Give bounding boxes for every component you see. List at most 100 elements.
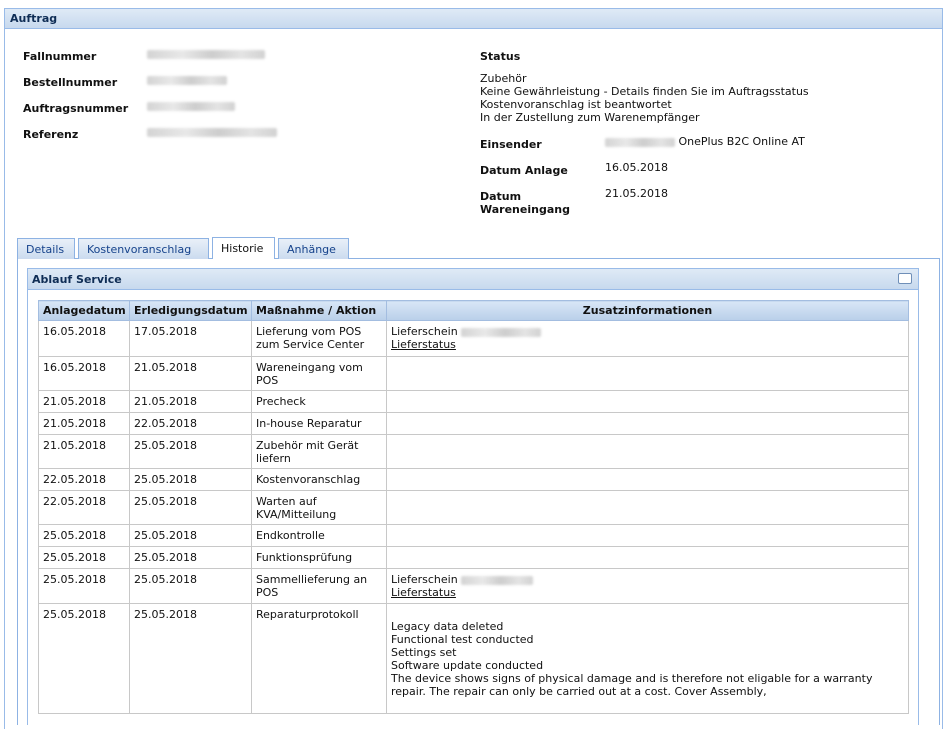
table-row: 22.05.2018 25.05.2018 Kostenvoranschlag	[38, 468, 909, 491]
label-einsender: Einsender	[480, 138, 542, 151]
cell-anlagedatum: 16.05.2018	[38, 356, 130, 391]
cell-erledigungsdatum: 25.05.2018	[129, 603, 252, 714]
cell-anlagedatum: 16.05.2018	[38, 320, 130, 357]
panel-header-auftrag: Auftrag	[4, 8, 943, 29]
cell-aktion: Lieferung vom POS zum Service Center	[251, 320, 387, 357]
cell-aktion: Precheck	[251, 390, 387, 413]
cell-anlagedatum: 22.05.2018	[38, 490, 130, 525]
table-row: 22.05.2018 25.05.2018 Warten auf KVA/Mit…	[38, 490, 909, 525]
cell-zusatzinfo	[386, 412, 909, 435]
lieferschein-number-redacted	[461, 327, 542, 337]
cell-aktion: Zubehör mit Gerät liefern	[251, 434, 387, 469]
value-datum-anlage: 16.05.2018	[605, 161, 668, 174]
table-row: 21.05.2018 22.05.2018 In-house Reparatur	[38, 412, 909, 435]
lieferstatus-link[interactable]: Lieferstatus	[391, 586, 456, 599]
cell-aktion: Kostenvoranschlag	[251, 468, 387, 491]
cell-zusatzinfo: Lieferschein Lieferstatus	[386, 568, 909, 604]
cell-erledigungsdatum: 17.05.2018	[129, 320, 252, 357]
col-header-massnahme[interactable]: Maßnahme / Aktion	[251, 300, 387, 321]
protocol-line: Legacy data deleted	[391, 620, 504, 633]
ablauf-service-title: Ablauf Service	[32, 273, 122, 286]
lieferstatus-link[interactable]: Lieferstatus	[391, 338, 456, 351]
col-header-zusatzinformationen[interactable]: Zusatzinformationen	[386, 300, 909, 321]
label-auftragsnummer: Auftragsnummer	[23, 102, 129, 115]
cell-erledigungsdatum: 25.05.2018	[129, 434, 252, 469]
cell-erledigungsdatum: 25.05.2018	[129, 546, 252, 569]
label-status: Status	[480, 50, 521, 63]
cell-zusatzinfo	[386, 356, 909, 391]
label-datum-wareneingang-line1: Datum	[480, 190, 522, 203]
collapse-icon[interactable]	[898, 273, 912, 284]
table-row: 21.05.2018 25.05.2018 Zubehör mit Gerät …	[38, 434, 909, 469]
table-row: 25.05.2018 25.05.2018 Endkontrolle	[38, 524, 909, 547]
table-row: 21.05.2018 21.05.2018 Precheck	[38, 390, 909, 413]
lieferschein-label: Lieferschein	[391, 325, 458, 338]
protocol-line: Functional test conducted	[391, 633, 534, 646]
cell-aktion: Warten auf KVA/Mitteilung	[251, 490, 387, 525]
cell-zusatzinfo	[386, 434, 909, 469]
value-fallnummer-redacted	[147, 47, 265, 60]
cell-anlagedatum: 21.05.2018	[38, 412, 130, 435]
col-header-anlagedatum[interactable]: Anlagedatum	[38, 300, 130, 321]
cell-erledigungsdatum: 25.05.2018	[129, 490, 252, 525]
value-bestellnummer-redacted	[147, 73, 227, 86]
history-table: Anlagedatum Erledigungsdatum Maßnahme / …	[38, 300, 909, 714]
tab-anhaenge[interactable]: Anhänge	[278, 238, 349, 259]
label-referenz: Referenz	[23, 128, 79, 141]
label-datum-wareneingang: Datum Wareneingang	[480, 190, 570, 216]
tab-historie[interactable]: Historie	[212, 237, 275, 259]
status-line: Keine Gewährleistung - Details finden Si…	[480, 85, 809, 98]
cell-anlagedatum: 25.05.2018	[38, 603, 130, 714]
value-datum-wareneingang: 21.05.2018	[605, 187, 668, 200]
table-row: 16.05.2018 21.05.2018 Wareneingang vom P…	[38, 356, 909, 391]
status-lines: Zubehör Keine Gewährleistung - Details f…	[480, 72, 809, 124]
einsender-name: OnePlus B2C Online AT	[678, 135, 805, 148]
cell-aktion: Sammellieferung an POS	[251, 568, 387, 604]
cell-aktion: Wareneingang vom POS	[251, 356, 387, 391]
cell-zusatzinfo: Legacy data deleted Functional test cond…	[386, 603, 909, 714]
cell-aktion: In-house Reparatur	[251, 412, 387, 435]
ablauf-service-header: Ablauf Service	[28, 269, 918, 290]
protocol-line: Settings set	[391, 646, 457, 659]
cell-erledigungsdatum: 25.05.2018	[129, 568, 252, 604]
cell-erledigungsdatum: 22.05.2018	[129, 412, 252, 435]
ablauf-service-panel: Ablauf Service Anlagedatum Erledigungsda…	[27, 268, 919, 725]
cell-anlagedatum: 21.05.2018	[38, 434, 130, 469]
cell-zusatzinfo: Lieferschein Lieferstatus	[386, 320, 909, 357]
cell-anlagedatum: 25.05.2018	[38, 524, 130, 547]
cell-zusatzinfo	[386, 524, 909, 547]
cell-aktion: Funktionsprüfung	[251, 546, 387, 569]
label-datum-anlage: Datum Anlage	[480, 164, 568, 177]
table-row: 16.05.2018 17.05.2018 Lieferung vom POS …	[38, 320, 909, 357]
cell-erledigungsdatum: 25.05.2018	[129, 524, 252, 547]
cell-anlagedatum: 22.05.2018	[38, 468, 130, 491]
table-row: 25.05.2018 25.05.2018 Reparaturprotokoll…	[38, 603, 909, 714]
status-line: Kostenvoranschlag ist beantwortet	[480, 98, 672, 111]
cell-erledigungsdatum: 21.05.2018	[129, 356, 252, 391]
cell-erledigungsdatum: 21.05.2018	[129, 390, 252, 413]
label-bestellnummer: Bestellnummer	[23, 76, 118, 89]
cell-aktion: Endkontrolle	[251, 524, 387, 547]
protocol-line: Software update conducted	[391, 659, 544, 672]
table-row: 25.05.2018 25.05.2018 Funktionsprüfung	[38, 546, 909, 569]
value-referenz-redacted	[147, 125, 277, 138]
protocol-line: The device shows signs of physical damag…	[391, 672, 873, 698]
cell-zusatzinfo	[386, 490, 909, 525]
panel-title: Auftrag	[10, 12, 58, 25]
label-fallnummer: Fallnummer	[23, 50, 97, 63]
status-line: Zubehör	[480, 72, 527, 85]
cell-anlagedatum: 25.05.2018	[38, 568, 130, 604]
cell-zusatzinfo	[386, 546, 909, 569]
tab-kostenvoranschlag[interactable]: Kostenvoranschlag	[78, 238, 209, 259]
cell-zusatzinfo	[386, 468, 909, 491]
value-auftragsnummer-redacted	[147, 99, 235, 112]
table-header-row: Anlagedatum Erledigungsdatum Maßnahme / …	[38, 300, 909, 321]
tab-details[interactable]: Details	[17, 238, 75, 259]
col-header-erledigungsdatum[interactable]: Erledigungsdatum	[129, 300, 252, 321]
cell-erledigungsdatum: 25.05.2018	[129, 468, 252, 491]
value-einsender: OnePlus B2C Online AT	[605, 135, 805, 148]
cell-anlagedatum: 25.05.2018	[38, 546, 130, 569]
cell-aktion: Reparaturprotokoll	[251, 603, 387, 714]
cell-anlagedatum: 21.05.2018	[38, 390, 130, 413]
table-row: 25.05.2018 25.05.2018 Sammellieferung an…	[38, 568, 909, 604]
